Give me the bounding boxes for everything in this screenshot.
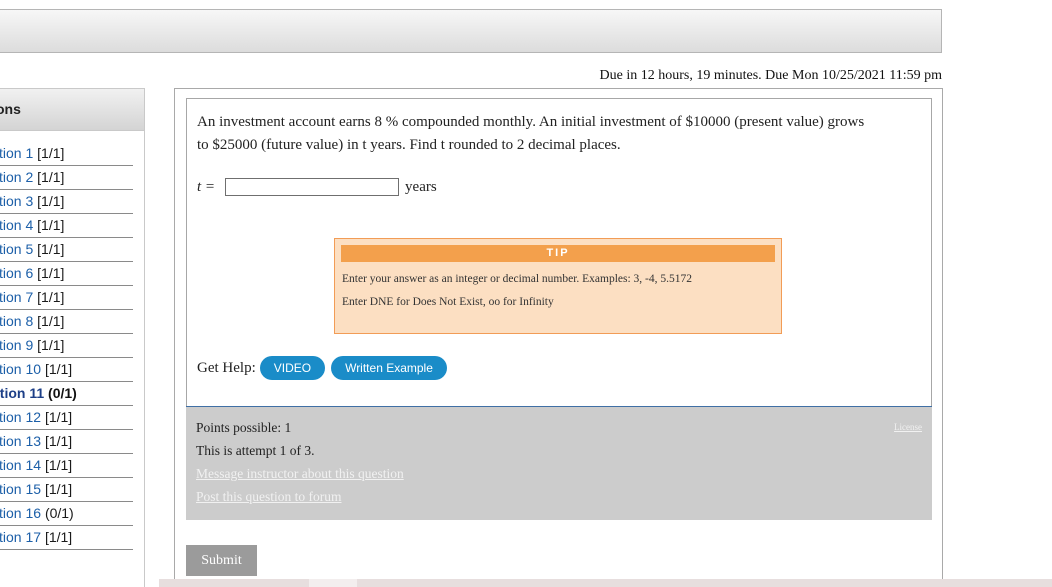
tip-line-1: Enter your answer as an integer or decim…: [342, 273, 693, 285]
question-score: [1/1]: [37, 265, 65, 281]
sidebar-question-item[interactable]: stion 14 [1/1]: [0, 455, 133, 478]
main-panel: An investment account earns 8 % compound…: [174, 88, 943, 587]
sidebar-header: ons: [0, 89, 144, 131]
help-row: Get Help: VIDEO Written Example: [197, 356, 447, 380]
question-score: [1/1]: [37, 337, 65, 353]
question-line-1: An investment account earns 8 % compound…: [197, 114, 865, 130]
question-score: [1/1]: [37, 145, 65, 161]
submit-button[interactable]: Submit: [186, 545, 257, 576]
question-score: [1/1]: [44, 457, 73, 473]
sidebar-question-item[interactable]: stion 8 [1/1]: [0, 311, 133, 334]
scrollbar-thumb[interactable]: [309, 579, 357, 587]
question-link[interactable]: stion 6: [0, 265, 33, 281]
sidebar-question-item[interactable]: stion 1 [1/1]: [0, 143, 133, 166]
sidebar-question-item[interactable]: stion 10 [1/1]: [0, 359, 133, 382]
answer-unit-label: years: [405, 178, 437, 195]
question-score: [1/1]: [44, 433, 73, 449]
question-link[interactable]: stion 2: [0, 169, 33, 185]
sidebar-question-item[interactable]: stion 2 [1/1]: [0, 167, 133, 190]
answer-input[interactable]: [225, 178, 400, 196]
sidebar-question-item[interactable]: stion 16 (0/1): [0, 503, 133, 526]
question-score: [1/1]: [37, 313, 65, 329]
horizontal-scrollbar[interactable]: [159, 579, 1052, 587]
question-link[interactable]: stion 17: [0, 529, 41, 545]
question-score: [1/1]: [37, 193, 65, 209]
question-link[interactable]: stion 15: [0, 481, 41, 497]
question-link[interactable]: stion 13: [0, 433, 41, 449]
question-sidebar: ons stion 1 [1/1]stion 2 [1/1]stion 3 [1…: [0, 88, 145, 587]
top-header-bar: [0, 9, 942, 53]
message-instructor-link[interactable]: Message instructor about this question: [196, 466, 404, 482]
question-score: [1/1]: [44, 481, 73, 497]
question-link[interactable]: stion 16: [0, 505, 41, 521]
written-example-button[interactable]: Written Example: [331, 356, 447, 380]
attempt-text: This is attempt 1 of 3.: [196, 443, 315, 458]
sidebar-question-item[interactable]: stion 12 [1/1]: [0, 407, 133, 430]
question-score: (0/1): [44, 505, 74, 521]
sidebar-question-item[interactable]: stion 17 [1/1]: [0, 527, 133, 550]
question-score: [1/1]: [37, 241, 65, 257]
question-link[interactable]: stion 14: [0, 457, 41, 473]
license-link[interactable]: License: [894, 422, 922, 432]
question-score: [1/1]: [37, 217, 65, 233]
sidebar-question-item[interactable]: stion 7 [1/1]: [0, 287, 133, 310]
video-help-button[interactable]: VIDEO: [259, 356, 326, 380]
question-info-panel: Points possible: 1 This is attempt 1 of …: [186, 406, 932, 520]
question-link[interactable]: stion 10: [0, 361, 41, 377]
question-link[interactable]: stion 12: [0, 409, 41, 425]
question-score: [1/1]: [44, 529, 73, 545]
question-score: [1/1]: [44, 409, 73, 425]
sidebar-question-item[interactable]: stion 11 (0/1): [0, 383, 133, 406]
question-text: An investment account earns 8 % compound…: [197, 111, 922, 157]
question-link[interactable]: stion 9: [0, 337, 33, 353]
question-score: [1/1]: [44, 361, 73, 377]
question-list: stion 1 [1/1]stion 2 [1/1]stion 3 [1/1]s…: [0, 143, 133, 551]
sidebar-question-item[interactable]: stion 5 [1/1]: [0, 239, 133, 262]
sidebar-question-item[interactable]: stion 15 [1/1]: [0, 479, 133, 502]
question-score: [1/1]: [37, 289, 65, 305]
question-link[interactable]: stion 4: [0, 217, 33, 233]
tip-heading: TIP: [341, 245, 775, 262]
due-date-text: Due in 12 hours, 19 minutes. Due Mon 10/…: [599, 68, 942, 83]
sidebar-question-item[interactable]: stion 4 [1/1]: [0, 215, 133, 238]
get-help-label: Get Help:: [197, 359, 256, 376]
question-score: (0/1): [48, 385, 77, 401]
question-link[interactable]: stion 11: [0, 385, 44, 401]
sidebar-title: ons: [0, 101, 21, 117]
post-to-forum-link[interactable]: Post this question to forum: [196, 489, 342, 505]
answer-variable-label: t =: [197, 178, 216, 195]
question-box: An investment account earns 8 % compound…: [186, 98, 932, 520]
question-link[interactable]: stion 7: [0, 289, 33, 305]
points-possible-text: Points possible: 1: [196, 420, 292, 435]
sidebar-question-item[interactable]: stion 6 [1/1]: [0, 263, 133, 286]
question-line-2: to $25000 (future value) in t years. Fin…: [197, 137, 621, 153]
tip-box: TIP Enter your answer as an integer or d…: [334, 238, 782, 334]
tip-line-2: Enter DNE for Does Not Exist, oo for Inf…: [342, 296, 554, 308]
sidebar-question-item[interactable]: stion 9 [1/1]: [0, 335, 133, 358]
question-link[interactable]: stion 5: [0, 241, 33, 257]
question-link[interactable]: stion 8: [0, 313, 33, 329]
question-link[interactable]: stion 3: [0, 193, 33, 209]
answer-row: t = years: [197, 178, 437, 196]
question-score: [1/1]: [37, 169, 65, 185]
question-link[interactable]: stion 1: [0, 145, 33, 161]
sidebar-question-item[interactable]: stion 3 [1/1]: [0, 191, 133, 214]
sidebar-question-item[interactable]: stion 13 [1/1]: [0, 431, 133, 454]
